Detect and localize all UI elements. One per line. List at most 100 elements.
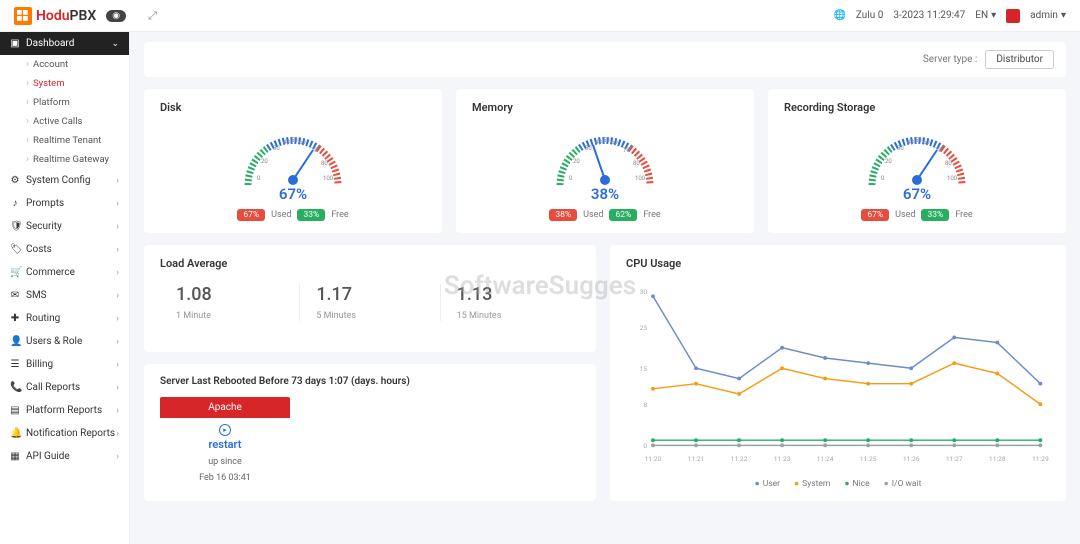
chevron-right-icon: › bbox=[116, 360, 119, 370]
restart-button[interactable]: restart bbox=[160, 438, 290, 451]
sidebar-item-platform-reports[interactable]: ▤Platform Reports› bbox=[0, 399, 129, 422]
load-1min: 1.08 1 Minute bbox=[160, 284, 300, 321]
sidebar-item-users-role[interactable]: 👤Users & Role› bbox=[0, 330, 129, 353]
card-load-average: Load Average 1.08 1 Minute 1.17 5 Minute… bbox=[144, 245, 596, 352]
gear-icon: ⚙ bbox=[10, 175, 20, 186]
chevron-down-icon: ⌄ bbox=[111, 39, 119, 49]
card-title: Recording Storage bbox=[784, 101, 1050, 114]
up-since-value: Feb 16 03:41 bbox=[160, 473, 290, 483]
card-title: CPU Usage bbox=[626, 257, 1050, 270]
phone-icon: 📞 bbox=[10, 382, 20, 393]
chevron-right-icon: › bbox=[116, 199, 119, 209]
svg-text:50: 50 bbox=[603, 137, 610, 144]
used-pill: 38% bbox=[549, 209, 577, 221]
svg-text:23: 23 bbox=[640, 324, 648, 332]
svg-text:100: 100 bbox=[323, 175, 334, 182]
chevron-right-icon: › bbox=[116, 222, 119, 232]
user-menu[interactable]: admin▾ bbox=[1030, 10, 1066, 21]
brand-logo[interactable]: HoduPBX ◉ bbox=[14, 7, 126, 25]
svg-text:100: 100 bbox=[947, 175, 958, 182]
chevron-right-icon: › bbox=[116, 291, 119, 301]
free-pill: 33% bbox=[921, 209, 949, 221]
svg-text:0: 0 bbox=[881, 175, 885, 182]
card-recording-storage: Recording Storage 02030 405060 7080100 bbox=[768, 89, 1066, 233]
topbar: HoduPBX ◉ ⤢ 🌐 Zulu 0 3-2023 11:29:47 EN▾… bbox=[0, 0, 1080, 32]
legend-system: System bbox=[794, 478, 830, 489]
svg-text:15: 15 bbox=[640, 365, 648, 373]
sidebar-sub-account[interactable]: Account bbox=[0, 55, 129, 74]
legend-nice: Nice bbox=[844, 478, 869, 489]
legend-iowait: I/O wait bbox=[884, 478, 922, 489]
reboot-title: Server Last Rebooted Before 73 days 1:07… bbox=[160, 376, 580, 387]
free-pill: 33% bbox=[297, 209, 325, 221]
eye-icon[interactable]: ◉ bbox=[106, 10, 126, 22]
gauge-value: 67% bbox=[233, 185, 353, 203]
shield-icon: 🛡 bbox=[10, 221, 20, 232]
sidebar-item-system-config[interactable]: ⚙System Config› bbox=[0, 169, 129, 192]
chevron-down-icon: ▾ bbox=[991, 10, 996, 21]
svg-text:50: 50 bbox=[291, 137, 298, 144]
sidebar-item-security[interactable]: 🛡Security› bbox=[0, 215, 129, 238]
report-icon: ▤ bbox=[10, 405, 20, 416]
svg-text:80: 80 bbox=[321, 160, 328, 167]
used-pill: 67% bbox=[237, 209, 265, 221]
up-since-label: up since bbox=[160, 457, 290, 467]
sidebar-item-call-reports[interactable]: 📞Call Reports› bbox=[0, 376, 129, 399]
sidebar: ▣Dashboard ⌄ Account System Platform Act… bbox=[0, 32, 130, 544]
sidebar-sub-platform[interactable]: Platform bbox=[0, 93, 129, 112]
sidebar-item-dashboard[interactable]: ▣Dashboard ⌄ bbox=[0, 32, 129, 55]
sidebar-item-notification-reports[interactable]: 🔔Notification Reports› bbox=[0, 422, 129, 445]
sidebar-item-routing[interactable]: ✚Routing› bbox=[0, 307, 129, 330]
dashboard-icon: ▣ bbox=[10, 38, 20, 49]
avatar[interactable] bbox=[1006, 9, 1020, 23]
svg-text:11:28: 11:28 bbox=[989, 455, 1006, 463]
svg-text:11:24: 11:24 bbox=[817, 455, 834, 463]
svg-text:40: 40 bbox=[907, 139, 914, 146]
sidebar-item-sms[interactable]: ✉SMS› bbox=[0, 284, 129, 307]
gauge-value: 67% bbox=[857, 185, 977, 203]
timezone-label: Zulu 0 bbox=[856, 10, 883, 21]
gauge-memory: 02030 405060 7080100 38% bbox=[545, 120, 665, 195]
gauge-value: 38% bbox=[545, 185, 665, 203]
svg-text:30: 30 bbox=[273, 145, 280, 152]
fullscreen-icon[interactable]: ⤢ bbox=[148, 9, 157, 23]
card-memory: Memory 02030 405060 7080100 bbox=[456, 89, 754, 233]
chevron-right-icon: › bbox=[116, 452, 119, 462]
card-title: Disk bbox=[160, 101, 426, 114]
chevron-down-icon: ▾ bbox=[1061, 10, 1066, 21]
server-type-value[interactable]: Distributor bbox=[985, 50, 1054, 69]
sidebar-item-costs[interactable]: 🏷Costs› bbox=[0, 238, 129, 261]
user-icon: 👤 bbox=[10, 336, 20, 347]
chevron-right-icon: › bbox=[116, 314, 119, 324]
sidebar-sub-realtime-tenant[interactable]: Realtime Tenant bbox=[0, 131, 129, 150]
grid-icon: ▦ bbox=[10, 451, 20, 462]
svg-text:60: 60 bbox=[923, 139, 930, 146]
language-selector[interactable]: EN▾ bbox=[975, 10, 996, 21]
svg-text:0: 0 bbox=[643, 442, 647, 450]
sidebar-item-commerce[interactable]: 🛒Commerce› bbox=[0, 261, 129, 284]
bell-icon: 🔔 bbox=[10, 428, 20, 439]
chevron-right-icon: › bbox=[116, 383, 119, 393]
sidebar-item-api-guide[interactable]: ▦API Guide› bbox=[0, 445, 129, 468]
svg-text:11:26: 11:26 bbox=[903, 455, 920, 463]
sidebar-item-prompts[interactable]: ♪Prompts› bbox=[0, 192, 129, 215]
sidebar-sub-realtime-gateway[interactable]: Realtime Gateway bbox=[0, 150, 129, 169]
chevron-right-icon: › bbox=[116, 337, 119, 347]
svg-text:60: 60 bbox=[611, 139, 618, 146]
svg-text:20: 20 bbox=[573, 158, 580, 165]
chevron-right-icon: › bbox=[116, 406, 119, 416]
logo-mark-icon bbox=[14, 7, 32, 25]
cart-icon: 🛒 bbox=[10, 267, 20, 278]
card-icon: ☰ bbox=[10, 359, 20, 370]
play-icon[interactable]: ▸ bbox=[219, 424, 231, 436]
service-name: Apache bbox=[160, 397, 290, 418]
svg-text:0: 0 bbox=[569, 175, 573, 182]
timezone-icon: 🌐 bbox=[833, 10, 845, 21]
sidebar-sub-active-calls[interactable]: Active Calls bbox=[0, 112, 129, 131]
server-type-label: Server type : bbox=[923, 54, 978, 65]
card-cpu-usage: CPU Usage 3023158011:2011:2111:2211:2311… bbox=[610, 245, 1066, 501]
plus-icon: ✚ bbox=[10, 313, 20, 324]
sidebar-item-billing[interactable]: ☰Billing› bbox=[0, 353, 129, 376]
svg-text:0: 0 bbox=[257, 175, 261, 182]
sidebar-sub-system[interactable]: System bbox=[0, 74, 129, 93]
